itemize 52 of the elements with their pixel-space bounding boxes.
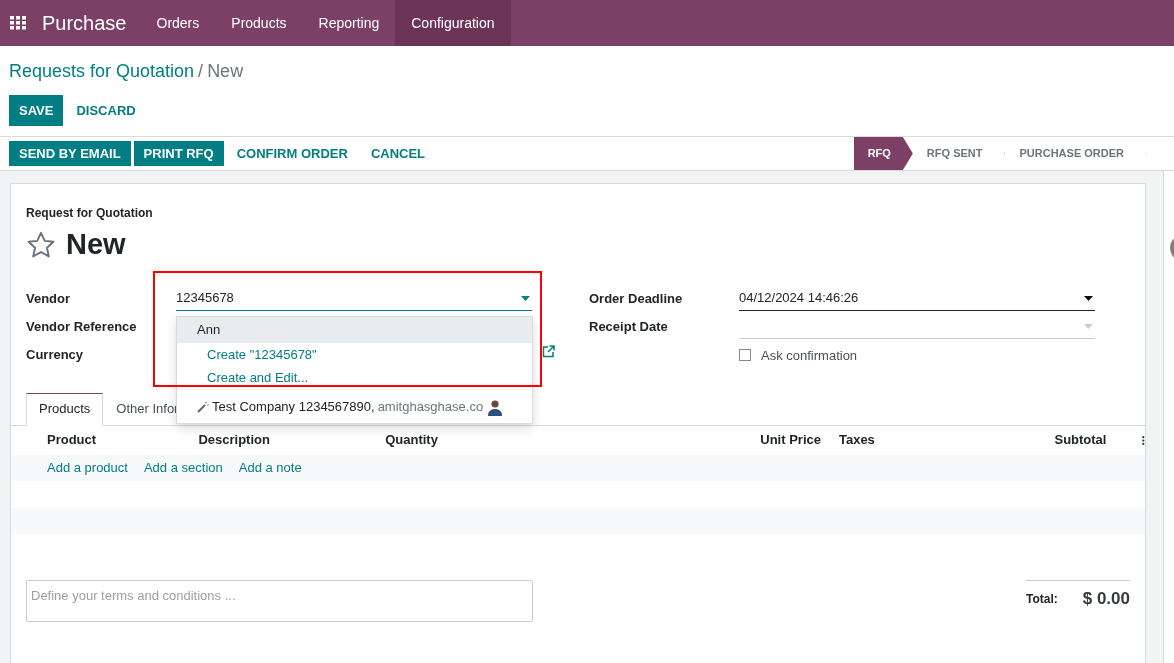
dropdown-action[interactable]: Create and Edit... [177, 366, 532, 389]
total-label: Total: [1026, 591, 1058, 608]
breadcrumb-separator: / [197, 61, 205, 81]
add-line-link[interactable]: Add a product [47, 457, 128, 478]
record-type-label: Request for Quotation [26, 205, 154, 222]
field-label: Order Deadline [589, 289, 684, 308]
column-options-icon[interactable] [1142, 434, 1145, 446]
record-title: New [66, 227, 126, 262]
column-header[interactable]: Unit Price [620, 430, 827, 450]
action-button[interactable]: PRINT RFQ [133, 141, 224, 166]
column-header[interactable]: Description [198, 430, 386, 450]
dropdown-suggestion[interactable]: Test Company 1234567890, amitghasghase.co [177, 389, 532, 423]
field-label: Currency [26, 345, 85, 364]
dropdown-option[interactable]: Ann [177, 317, 532, 343]
add-line-link[interactable]: Add a note [238, 457, 302, 478]
menu-item[interactable]: Orders [140, 0, 216, 46]
vendor-input[interactable]: 12345678 [176, 286, 532, 311]
menu-item[interactable]: Reporting [302, 0, 396, 46]
breadcrumb-current: New [207, 61, 244, 81]
menu-item[interactable]: Configuration [395, 0, 511, 46]
column-header[interactable]: Quantity [385, 430, 621, 450]
field-label: Receipt Date [589, 317, 669, 336]
dropdown-caret-icon [1084, 323, 1093, 329]
dropdown-caret-icon [521, 295, 530, 301]
star-icon[interactable] [26, 230, 56, 259]
checkbox[interactable] [739, 349, 751, 362]
column-header[interactable]: Subtotal [929, 430, 1107, 450]
total-amount: $ 0.00 [1082, 588, 1130, 611]
avatar [486, 397, 505, 416]
magic-wand-icon [197, 400, 209, 413]
dropdown-caret-icon [1084, 295, 1093, 301]
breadcrumb-link[interactable]: Requests for Quotation [9, 61, 195, 81]
terms-field[interactable]: Define your terms and conditions ... [26, 579, 533, 622]
action-button[interactable]: CANCEL [360, 141, 436, 166]
action-button[interactable]: SAVE [9, 95, 64, 126]
action-button[interactable]: CONFIRM ORDER [226, 141, 358, 166]
column-header[interactable]: Product [11, 430, 199, 450]
add-line-link[interactable]: Add a section [143, 457, 223, 478]
action-button[interactable]: DISCARD [66, 95, 146, 126]
field-label: Vendor [26, 289, 72, 308]
external-link-icon[interactable] [542, 344, 555, 358]
menu-item[interactable]: Products [215, 0, 303, 46]
column-header[interactable]: Taxes [826, 430, 930, 450]
date-input[interactable]: 04/12/2024 14:46:26 [739, 286, 1095, 311]
app-title[interactable]: Purchase [42, 8, 127, 38]
field-label: Vendor Reference [26, 317, 138, 336]
status-stage[interactable]: RFQ [853, 137, 913, 170]
dropdown-action[interactable]: Create "12345678" [177, 343, 532, 366]
notebook-tab[interactable]: Products [26, 392, 104, 426]
action-button[interactable]: SEND BY EMAIL [9, 141, 131, 166]
apps-menu-icon[interactable] [10, 16, 26, 30]
checkbox-label: Ask confirmation [761, 346, 858, 365]
